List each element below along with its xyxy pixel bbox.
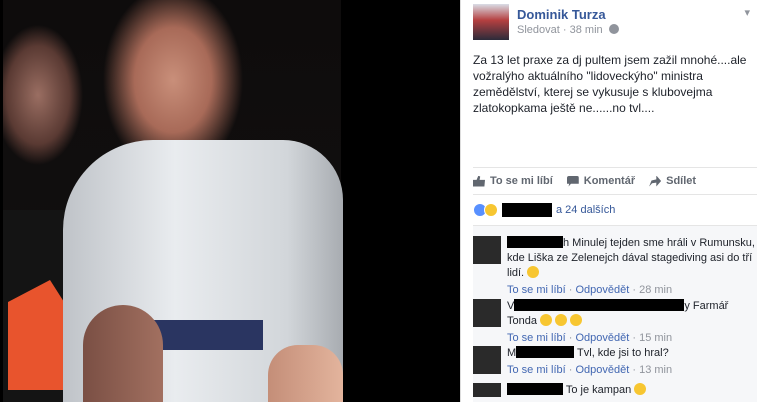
comment-label: Komentář xyxy=(583,175,636,187)
share-icon xyxy=(649,175,662,187)
post-time[interactable]: 38 min xyxy=(570,24,603,36)
comment-avatar[interactable] xyxy=(473,346,501,374)
like-label: To se mi líbí xyxy=(490,175,553,187)
smile-emoji-icon xyxy=(527,266,540,278)
chevron-down-icon[interactable]: ▾ xyxy=(744,6,750,19)
comment-avatar[interactable] xyxy=(473,236,501,264)
photo-hand xyxy=(268,345,343,402)
comment-avatar[interactable] xyxy=(473,299,501,327)
post-meta: Sledovat · 38 min xyxy=(517,24,619,36)
laughing-emoji-icon xyxy=(570,314,583,326)
like-button[interactable]: To se mi líbí xyxy=(473,175,553,187)
smile-emoji-icon xyxy=(634,383,647,395)
reactions-summary[interactable]: a 24 dalších xyxy=(473,200,757,220)
photo-viewer[interactable] xyxy=(0,0,460,402)
comments-list: h Minulej tejden sme hráli v Rumunsku, k… xyxy=(473,225,757,402)
comment-actions: To se mi líbí · Odpovědět · 13 min xyxy=(507,364,673,376)
post-header: Dominik Turza Sledovat · 38 min ▾ xyxy=(461,0,768,44)
comment-reply-link[interactable]: Odpovědět xyxy=(575,332,629,344)
post-panel: Dominik Turza Sledovat · 38 min ▾ Za 13 … xyxy=(460,0,768,402)
reactions-count: a 24 dalších xyxy=(556,204,616,216)
comment-like-link[interactable]: To se mi líbí xyxy=(507,284,566,296)
redacted-name xyxy=(507,383,563,395)
comment-time[interactable]: 28 min xyxy=(639,284,672,296)
redacted-name xyxy=(514,299,685,311)
comment-reply-link[interactable]: Odpovědět xyxy=(575,284,629,296)
comment-avatar[interactable] xyxy=(473,383,501,397)
comment-time[interactable]: 13 min xyxy=(639,364,672,376)
comment-body: h Minulej tejden sme hráli v Rumunsku, k… xyxy=(507,236,755,298)
action-bar: To se mi líbí Komentář Sdílet xyxy=(473,167,757,195)
redacted-name xyxy=(516,346,575,358)
comment-actions: To se mi líbí · Odpovědět · 28 min xyxy=(507,284,673,296)
follow-link[interactable]: Sledovat xyxy=(517,24,560,36)
comment-text: To je kampan xyxy=(565,384,632,396)
laughing-emoji-icon xyxy=(555,314,568,326)
comment-button[interactable]: Komentář xyxy=(566,175,636,187)
globe-icon xyxy=(608,24,619,34)
comment-body: M Tvl, kde jsi to hral? To se mi líbí · … xyxy=(507,346,755,378)
comment-text: Tvl, kde jsi to hral? xyxy=(577,347,669,359)
comment-icon xyxy=(566,175,579,187)
share-button[interactable]: Sdílet xyxy=(649,175,696,187)
meta-separator: · xyxy=(562,24,570,36)
laughing-emoji-icon xyxy=(540,314,553,326)
comment-text: Tonda xyxy=(507,315,537,327)
comment-time[interactable]: 15 min xyxy=(639,332,672,344)
author-name[interactable]: Dominik Turza xyxy=(517,7,606,22)
comment-body: To je kampan xyxy=(507,383,755,398)
like-icon xyxy=(473,175,485,187)
redacted-name xyxy=(502,203,552,217)
comment-body: Vy Farmář Tonda To se mi líbí · Odpovědě… xyxy=(507,299,755,346)
post-text: Za 13 let praxe za dj pultem jsem zažil … xyxy=(473,53,747,115)
comment-like-link[interactable]: To se mi líbí xyxy=(507,332,566,344)
comment-author-prefix[interactable]: V xyxy=(507,300,514,312)
haha-reaction-icon xyxy=(484,203,498,217)
comment-author-prefix[interactable]: M xyxy=(507,347,516,359)
comment-like-link[interactable]: To se mi líbí xyxy=(507,364,566,376)
comment-actions: To se mi líbí · Odpovědět · 15 min xyxy=(507,332,673,344)
comment-reply-link[interactable]: Odpovědět xyxy=(575,364,629,376)
redacted-name xyxy=(507,236,563,248)
photo-arm xyxy=(83,305,163,402)
comment-author-suffix[interactable]: y Farmář xyxy=(684,300,728,312)
photo xyxy=(3,0,343,402)
share-label: Sdílet xyxy=(666,175,697,187)
author-avatar[interactable] xyxy=(473,4,509,40)
